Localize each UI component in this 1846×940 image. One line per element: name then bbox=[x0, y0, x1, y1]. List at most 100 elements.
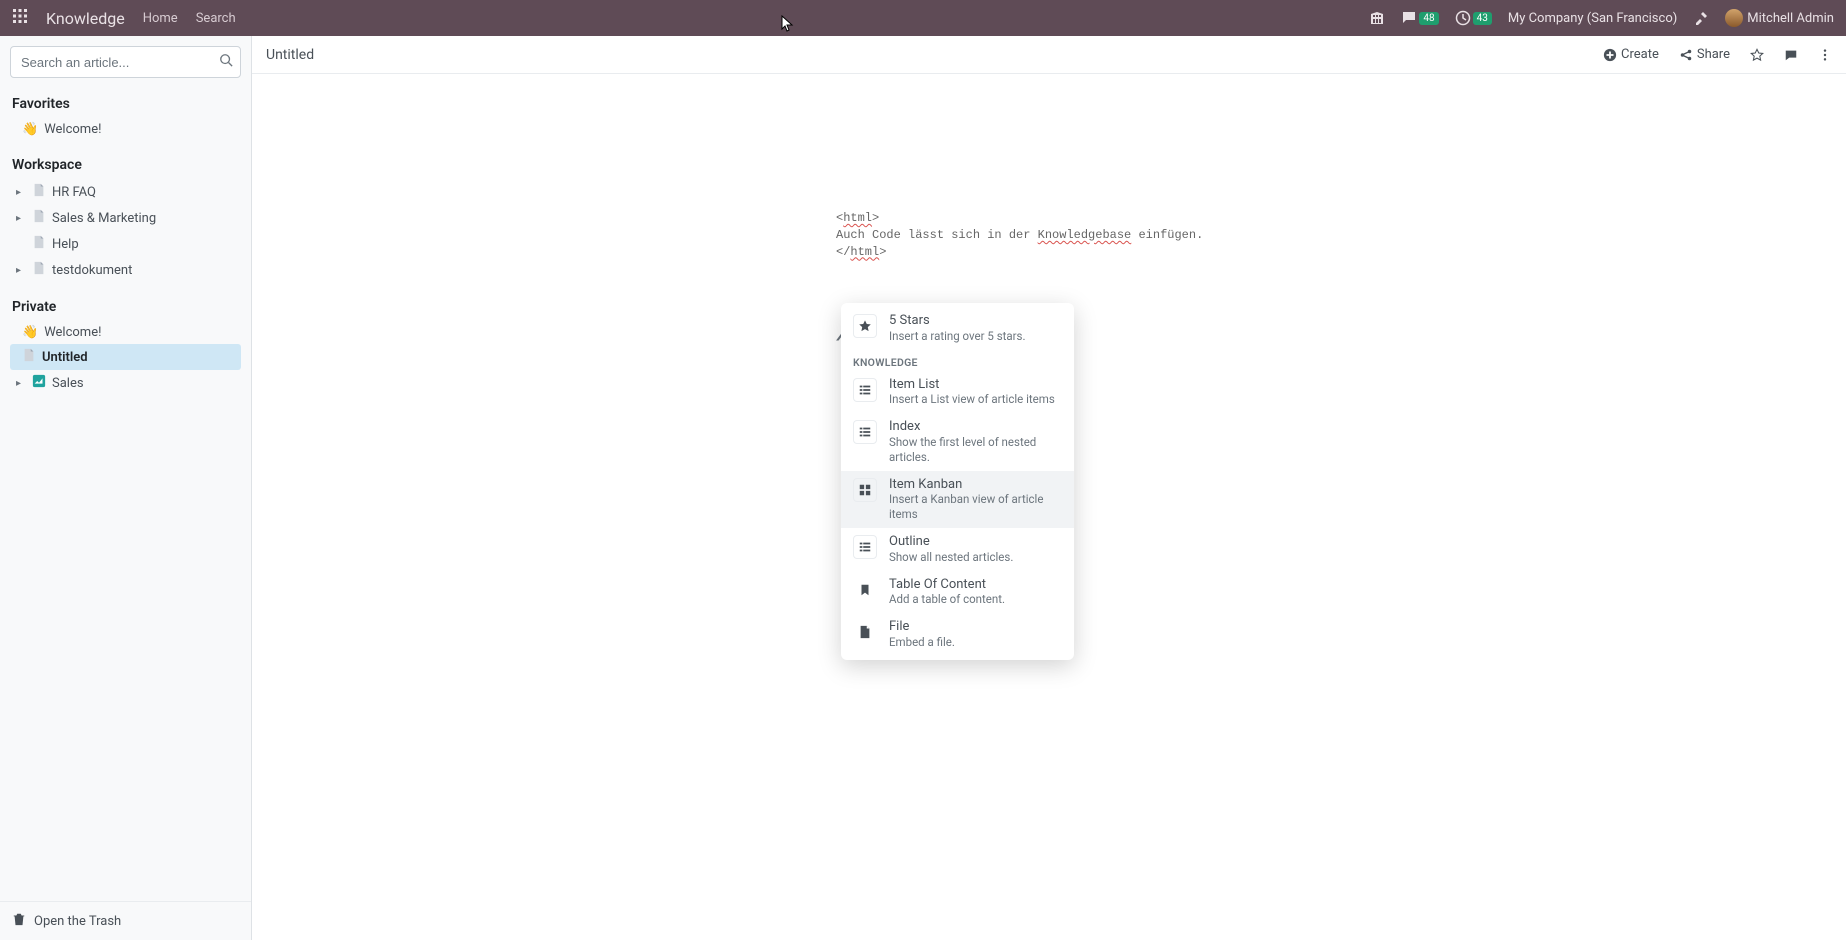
sidebar-item-hr-faq[interactable]: ▸ HR FAQ bbox=[10, 179, 241, 205]
list-icon bbox=[853, 420, 877, 444]
caret-icon: ▸ bbox=[16, 265, 26, 276]
document-icon bbox=[32, 235, 46, 253]
company-selector[interactable]: My Company (San Francisco) bbox=[1508, 11, 1677, 26]
topbar-left: Knowledge Home Search bbox=[12, 8, 236, 28]
sidebar-item-label: Sales bbox=[52, 376, 84, 391]
popup-desc: Show the first level of nested articles. bbox=[889, 435, 1062, 465]
brand-title[interactable]: Knowledge bbox=[46, 9, 125, 28]
sidebar-item-label: Welcome! bbox=[44, 122, 101, 137]
popup-item-index[interactable]: Index Show the first level of nested art… bbox=[841, 413, 1074, 470]
main-layout: Favorites 👋 Welcome! Workspace ▸ HR FAQ … bbox=[0, 36, 1846, 940]
apps-icon[interactable] bbox=[12, 8, 28, 28]
popup-item-item-list[interactable]: Item List Insert a List view of article … bbox=[841, 371, 1074, 414]
popup-desc: Insert a Kanban view of article items bbox=[889, 492, 1062, 522]
nav-search[interactable]: Search bbox=[196, 11, 236, 26]
main-header: Untitled Create Share bbox=[252, 36, 1846, 74]
code-block[interactable]: <html> Auch Code lässt sich in der Knowl… bbox=[836, 210, 1636, 260]
sidebar-item-label: Welcome! bbox=[44, 325, 101, 340]
sidebar-item-help[interactable]: Help bbox=[10, 231, 241, 257]
chat-badge: 48 bbox=[1419, 12, 1438, 25]
popup-section-knowledge: KNOWLEDGE bbox=[841, 350, 1074, 371]
create-label: Create bbox=[1621, 47, 1659, 62]
wave-icon: 👋 bbox=[22, 122, 38, 137]
sidebar-item-label: testdokument bbox=[52, 263, 132, 278]
kebab-icon bbox=[1818, 48, 1832, 62]
trash-label: Open the Trash bbox=[34, 914, 121, 929]
sidebar-item-favorites-welcome[interactable]: 👋 Welcome! bbox=[10, 118, 241, 141]
breadcrumb[interactable]: Untitled bbox=[266, 47, 314, 63]
topbar-right: 48 43 My Company (San Francisco) Mitchel… bbox=[1369, 9, 1834, 27]
share-label: Share bbox=[1697, 47, 1730, 62]
popup-title: 5 Stars bbox=[889, 313, 1026, 329]
editor-area[interactable]: <html> Auch Code lässt sich in der Knowl… bbox=[252, 74, 1846, 940]
chat-icon[interactable]: 48 bbox=[1401, 10, 1438, 26]
sidebar-item-sales[interactable]: ▸ Sales bbox=[10, 370, 241, 396]
sidebar-item-private-welcome[interactable]: 👋 Welcome! bbox=[10, 321, 241, 344]
search-icon[interactable] bbox=[219, 53, 233, 71]
popup-desc: Show all nested articles. bbox=[889, 550, 1013, 565]
avatar bbox=[1725, 9, 1743, 27]
topbar: Knowledge Home Search 48 43 My Company (… bbox=[0, 0, 1846, 36]
activity-badge: 43 bbox=[1473, 12, 1492, 25]
search-input[interactable] bbox=[10, 46, 241, 78]
create-button[interactable]: Create bbox=[1603, 47, 1659, 62]
sidebar: Favorites 👋 Welcome! Workspace ▸ HR FAQ … bbox=[0, 36, 252, 940]
building-icon[interactable] bbox=[1369, 10, 1385, 26]
star-icon bbox=[1750, 48, 1764, 62]
chart-icon bbox=[32, 374, 46, 392]
wave-icon: 👋 bbox=[22, 325, 38, 340]
favorites-section: Favorites 👋 Welcome! bbox=[10, 90, 241, 141]
document-icon bbox=[32, 183, 46, 201]
kanban-icon bbox=[853, 478, 877, 502]
sidebar-item-label: Help bbox=[52, 237, 79, 252]
sidebar-item-label: Untitled bbox=[42, 350, 88, 365]
popup-item-file[interactable]: File Embed a file. bbox=[841, 613, 1074, 656]
list-icon bbox=[853, 378, 877, 402]
popup-item-outline[interactable]: Outline Show all nested articles. bbox=[841, 528, 1074, 571]
sidebar-item-sales-marketing[interactable]: ▸ Sales & Marketing bbox=[10, 205, 241, 231]
bookmark-icon bbox=[853, 578, 877, 602]
tools-icon[interactable] bbox=[1693, 10, 1709, 26]
sidebar-item-untitled[interactable]: Untitled bbox=[10, 344, 241, 370]
activity-icon[interactable]: 43 bbox=[1455, 10, 1492, 26]
open-trash-button[interactable]: Open the Trash bbox=[0, 901, 251, 940]
favorite-button[interactable] bbox=[1750, 48, 1764, 62]
document-icon bbox=[32, 261, 46, 279]
workspace-section: Workspace ▸ HR FAQ ▸ Sales & Marketing H… bbox=[10, 151, 241, 283]
favorites-title: Favorites bbox=[10, 90, 241, 118]
sidebar-item-testdokument[interactable]: ▸ testdokument bbox=[10, 257, 241, 283]
user-menu[interactable]: Mitchell Admin bbox=[1725, 9, 1834, 27]
popup-desc: Insert a List view of article items bbox=[889, 392, 1055, 407]
nav-home[interactable]: Home bbox=[143, 11, 178, 26]
popup-item-toc[interactable]: Table Of Content Add a table of content. bbox=[841, 571, 1074, 614]
file-icon bbox=[853, 620, 877, 644]
slash-command-popup: 5 Stars Insert a rating over 5 stars. KN… bbox=[841, 303, 1074, 660]
document-icon bbox=[32, 209, 46, 227]
popup-title: Index bbox=[889, 419, 1062, 435]
main-panel: Untitled Create Share bbox=[252, 36, 1846, 940]
workspace-title: Workspace bbox=[10, 151, 241, 179]
popup-title: Table Of Content bbox=[889, 577, 1005, 593]
user-name: Mitchell Admin bbox=[1747, 11, 1834, 26]
sidebar-item-label: HR FAQ bbox=[52, 185, 96, 200]
share-button[interactable]: Share bbox=[1679, 47, 1730, 62]
share-icon bbox=[1679, 48, 1693, 62]
document-icon bbox=[22, 348, 36, 366]
caret-icon: ▸ bbox=[16, 213, 26, 224]
star-icon bbox=[853, 314, 877, 338]
sidebar-inner: Favorites 👋 Welcome! Workspace ▸ HR FAQ … bbox=[0, 36, 251, 901]
popup-title: Outline bbox=[889, 534, 1013, 550]
sidebar-item-label: Sales & Marketing bbox=[52, 211, 156, 226]
chat-icon bbox=[1784, 48, 1798, 62]
popup-title: File bbox=[889, 619, 955, 635]
trash-icon bbox=[12, 912, 26, 930]
caret-icon: ▸ bbox=[16, 187, 26, 198]
popup-item-5stars[interactable]: 5 Stars Insert a rating over 5 stars. bbox=[841, 307, 1074, 350]
more-button[interactable] bbox=[1818, 48, 1832, 62]
private-section: Private 👋 Welcome! Untitled ▸ Sales bbox=[10, 293, 241, 396]
list-icon bbox=[853, 535, 877, 559]
chat-button[interactable] bbox=[1784, 48, 1798, 62]
plus-circle-icon bbox=[1603, 48, 1617, 62]
popup-desc: Insert a rating over 5 stars. bbox=[889, 329, 1026, 344]
popup-item-item-kanban[interactable]: Item Kanban Insert a Kanban view of arti… bbox=[841, 471, 1074, 528]
